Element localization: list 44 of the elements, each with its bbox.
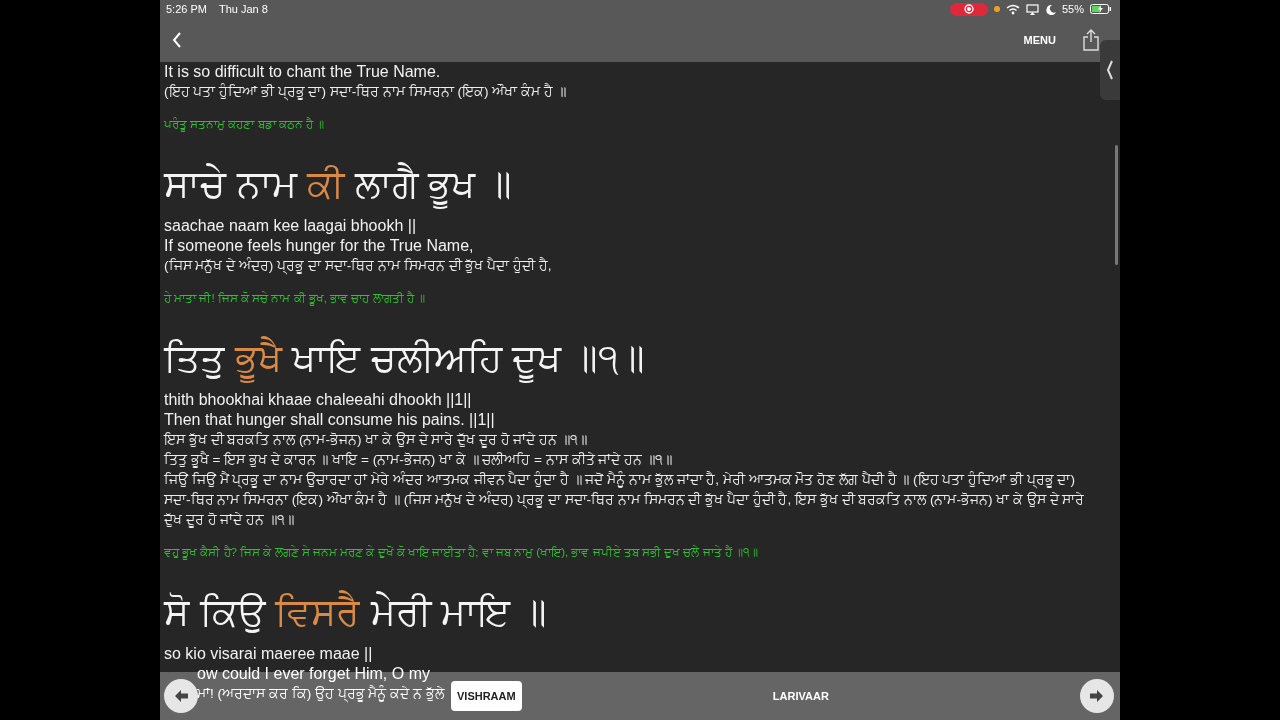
share-icon (1082, 29, 1100, 51)
battery-percentage: 55% (1061, 3, 1084, 15)
gurmukhi-text: ਮਾਂ! (ਅਰਦਾਸ ਕਰ ਕਿ) ਉਹ ਪ੍ਰਭੂ ਮੈਨੂੰ ਕਦੇ ਨ ਭੁੱਲੇ (197, 684, 444, 704)
menu-button[interactable]: MENU (1023, 32, 1056, 48)
verse-text: ਤਿਤੁ (164, 337, 224, 379)
translation-text: so kio visarai maeree maae || (164, 644, 374, 664)
side-panel-handle[interactable] (1100, 40, 1120, 100)
previous-button[interactable] (164, 679, 198, 713)
chevron-left-icon (1106, 60, 1114, 80)
toggle-button[interactable]: VISHRAAM (451, 681, 522, 711)
status-date: Thu Jan 8 (218, 3, 268, 15)
translation-text: Then that hunger shall consume his pains. ||1|| (164, 410, 496, 430)
highlighted-verse-word: ਕੀ (307, 163, 345, 205)
moon-icon (1044, 3, 1056, 15)
highlighted-verse-word: ਵਿਸਰੈ (275, 591, 361, 633)
status-time: 5:26 PM (166, 3, 207, 15)
gurmukhi-text: ਜਿਉਂ ਜਿਉਂ ਮੈਂ ਪ੍ਰਭੂ ਦਾ ਨਾਮ ਉਚਾਰਦਾ ਹਾਂ ਮੇਰੇ ਅੰਦਰ ਆਤਮਕ ਜੀਵਨ ਪੈਦਾ ਹੁੰਦਾ ਹੈ ॥ ਜਦੋਂ ਮੈਨੂੰ ਨਾਮ ਭੁੱਲ ਜਾਂਦਾ ਹੈ, ਮੇਰੀ ਆਤਮਕ ਮੌਤ ਹੋਣ ਲੱਗ ਪੈਂਦੀ ਹੈ ॥ (ਇਹ ਪਤਾ ਹੁੰਦਿਆਂ ਭੀ ਪ੍ਰਭੂ ਦਾ) ਸਦਾ-ਥਿਰ ਨਾਮ ਸਿਮਰਨਾ (ਇਕ) ਔਖਾ ਕੰਮ ਹੈ ॥ (ਜਿਸ ਮਨੁੱਖ ਦੇ ਅੰਦਰ) ਪ੍ਰਭੂ ਦਾ ਸਦਾ-ਥਿਰ ਨਾਮ ਸਿਮਰਨ ਦੀ ਭੁੱਖ ਪੈਦਾ ਹੁੰਦੀ ਹੈ, ਇਸ ਭੁੱਖ ਦੀ ਬਰਕਤਿ ਨਾਲ (ਨਾਮ-ਭੋਜਨ) ਖਾ ਕੇ ਉਸ ਦੇ ਸਾਰੇ ਦੁੱਖ ਦੂਰ ਹੋ ਜਾਂਦੇ ਹਨ ॥੧॥ (164, 470, 1086, 530)
arrow-left-icon (173, 688, 189, 704)
share-button[interactable] (1082, 29, 1100, 51)
arrow-right-icon (1089, 688, 1105, 704)
wifi-icon (1005, 3, 1020, 15)
verse-text: ਸਾਚੇ ਨਾਮ (164, 163, 297, 205)
gurmukhi-text: (ਜਿਸ ਮਨੁੱਖ ਦੇ ਅੰਦਰ) ਪ੍ਰਭੂ ਦਾ ਸਦਾ-ਥਿਰ ਨਾਮ ਸਿਮਰਨ ਦੀ ਭੁੱਖ ਪੈਦਾ ਹੁੰਦੀ ਹੈ, (164, 256, 553, 276)
battery-charging-icon (1090, 4, 1112, 14)
next-button[interactable] (1080, 679, 1114, 713)
gurmukhi-text: ਤਿਤੁ ਭੂਖੈ = ਇਸ ਭੁਖ ਦੇ ਕਾਰਨ ॥ ਖਾਇ = (ਨਾਮ-ਭੋਜਨ) ਖਾ ਕੇ ॥ ਚਲੀਅਹਿ = ਨਾਸ ਕੀਤੇ ਜਾਂਦੇ ਹਨ ॥੧॥ (164, 450, 673, 470)
chevron-left-icon (172, 32, 182, 48)
gurmukhi-text: ਇਸ ਭੁੱਖ ਦੀ ਬਰਕਤਿ ਨਾਲ (ਨਾਮ-ਭੋਜਨ) ਖਾ ਕੇ ਉਸ ਦੇ ਸਾਰੇ ਦੁੱਖ ਦੂਰ ਹੋ ਜਾਂਦੇ ਹਨ ॥੧॥ (164, 431, 588, 450)
translation-text: ow could I ever forget Him, O my (197, 664, 430, 684)
translation-text: It is so difficult to chant the True Name. (164, 62, 442, 82)
microphone-dot-icon (993, 6, 1000, 12)
toggle-button[interactable]: LARIVAAR (766, 681, 835, 711)
gurmukhi-text: (ਇਹ ਪਤਾ ਹੁੰਦਿਆਂ ਭੀ ਪ੍ਰਭੂ ਦਾ) ਸਦਾ-ਥਿਰ ਨਾਮ ਸਿਮਰਨਾ (ਇਕ) ਔਖਾ ਕੰਮ ਹੈ ॥ (164, 82, 567, 102)
commentary-text: ਵਹੁ ਭੂਖ ਕੈਸੀ ਹੈ? ਜਿਸ ਕੇ ਲਗਣੇ ਸੇ ਜਨਮ ਮਰਣ ਕੇ ਦੁਖੋਂ ਕੋ ਖਾਇ ਜਾਈਤਾ ਹੈ; ਵਾ ਜਬ ਨਾਮੁ (ਖਾਇ), ਭਾਵ ਜਪੀਏ ਤਬ ਸਭੀ ਦੁਖ ਚਲੇ ਜਾਤੇ ਹੈਂ ॥੧॥ (164, 544, 759, 562)
record-icon (963, 4, 974, 14)
verse-text: ਮੇਰੀ ਮਾਇ ॥ (370, 591, 547, 633)
commentary-text: ਹੇ ਮਾਤਾ ਜੀ! ਜਿਸ ਕੋ ਸਚੇ ਨਾਮ ਕੀ ਭੂਖ, ਭਾਵ ਚਾਹ ਲਾਗਤੀ ਹੈ ॥ (164, 290, 426, 308)
screen-mirroring-icon (1025, 3, 1039, 15)
translation-text: If someone feels hunger for the True Name, (164, 236, 475, 256)
commentary-text: ਪਰੰਤੂ ਸਤਨਾਮੁ ਕਹਣਾ ਬਡਾ ਕਠਨ ਹੈ ॥ (164, 116, 326, 134)
translation-text: thith bhookhai khaae chaleeahi dhookh ||1|| (164, 390, 473, 410)
translation-text: saachae naam kee laagai bhookh || (164, 216, 418, 236)
verse-text: ਸੋ ਕਿਉ (164, 591, 265, 633)
scrollbar[interactable] (1115, 145, 1118, 265)
